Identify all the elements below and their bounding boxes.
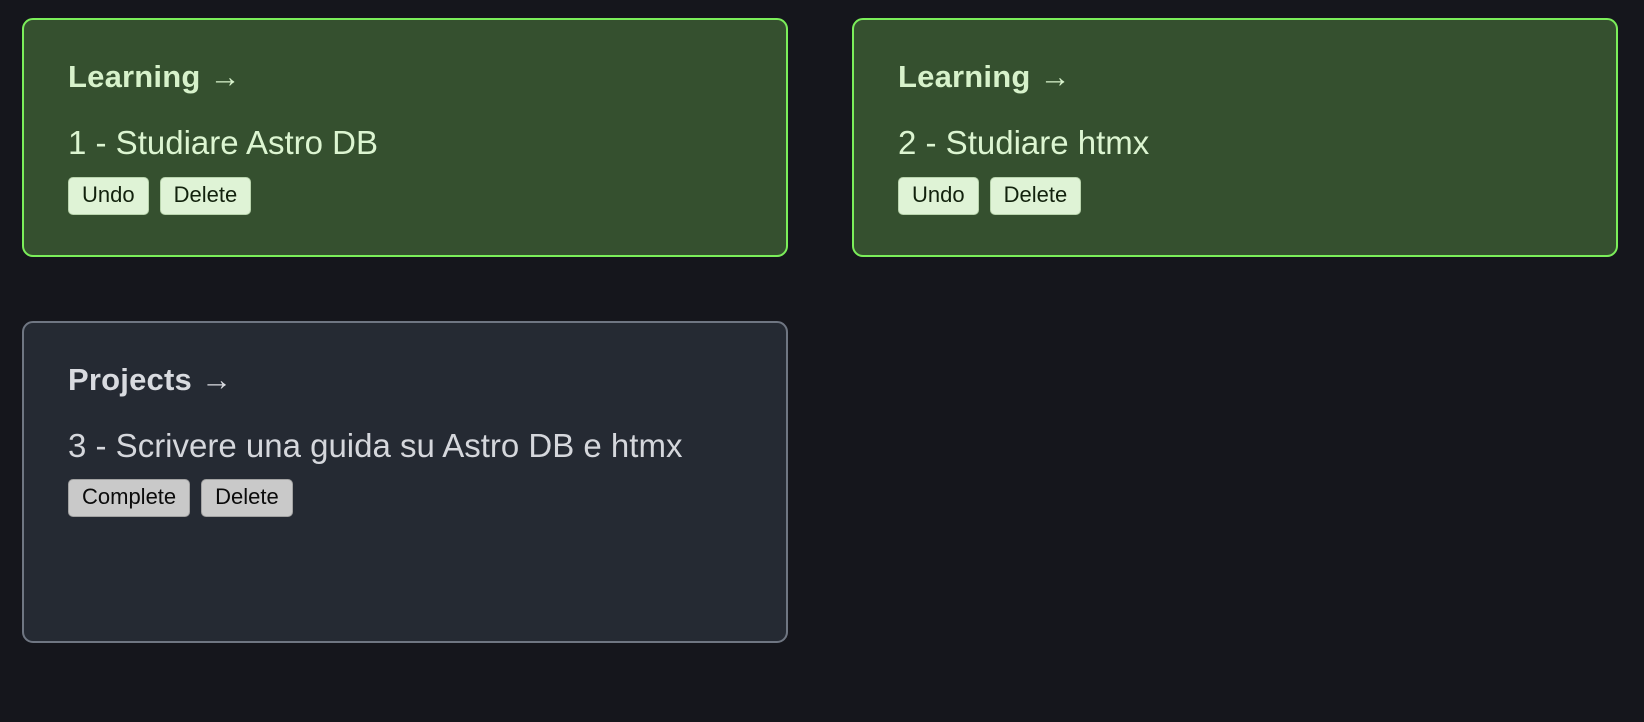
delete-button[interactable]: Delete — [201, 479, 293, 518]
arrow-right-icon: → — [200, 361, 233, 397]
card-category[interactable]: Learning → — [68, 59, 742, 94]
todo-card[interactable]: Learning → 1 - Studiare Astro DB Undo Del… — [22, 18, 788, 257]
delete-button[interactable]: Delete — [989, 176, 1082, 215]
todo-card[interactable]: Projects → 3 - Scrivere una guida su Astr… — [22, 320, 788, 643]
card-category[interactable]: Projects → — [68, 361, 742, 397]
card-category[interactable]: Learning → — [898, 59, 1572, 94]
todo-card[interactable]: Learning → 2 - Studiare htmx Undo Delete — [852, 18, 1618, 257]
card-title: 1 - Studiare Astro DB — [68, 124, 378, 162]
card-title: 2 - Studiare htmx — [898, 124, 1150, 162]
card-category-label: Learning — [68, 59, 201, 94]
card-title: 3 - Scrivere una guida su Astro DB e htm… — [68, 426, 683, 464]
card-actions: Undo Delete — [68, 176, 742, 215]
delete-button[interactable]: Delete — [159, 176, 252, 215]
card-category-label: Projects — [68, 361, 192, 397]
undo-button[interactable]: Undo — [68, 176, 149, 215]
undo-button[interactable]: Undo — [898, 176, 979, 215]
card-category-label: Learning — [898, 59, 1031, 94]
arrow-right-icon: → — [1039, 59, 1071, 94]
arrow-right-icon: → — [209, 59, 241, 94]
todo-board: Learning → 1 - Studiare Astro DB Undo Del… — [0, 0, 1644, 722]
card-actions: Undo Delete — [898, 176, 1572, 215]
complete-button[interactable]: Complete — [68, 479, 191, 518]
card-actions: Complete Delete — [68, 479, 742, 518]
